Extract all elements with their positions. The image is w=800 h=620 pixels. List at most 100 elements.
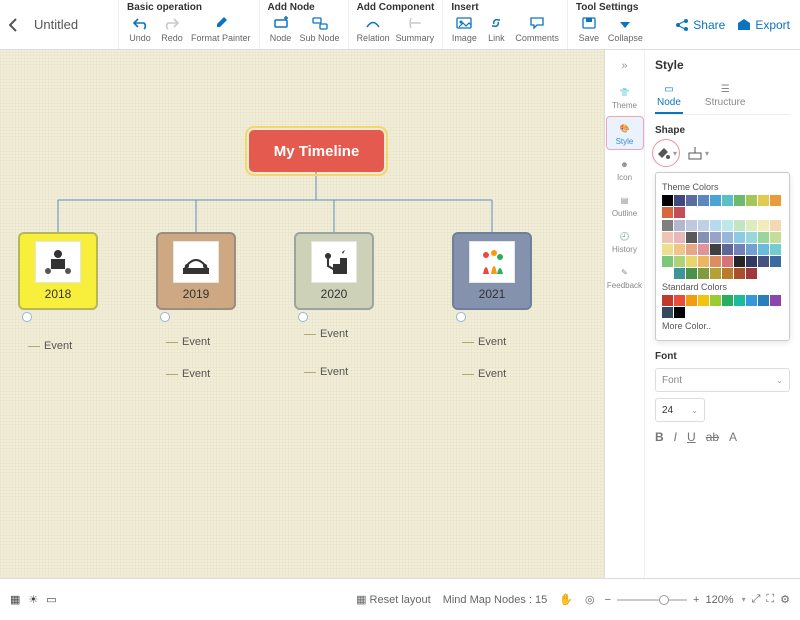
rail-history[interactable]: 🕘History <box>606 224 644 258</box>
color-swatch[interactable] <box>698 295 709 306</box>
color-swatch[interactable] <box>770 244 781 255</box>
collapse-toggle[interactable] <box>22 312 32 322</box>
color-swatch[interactable] <box>710 268 721 279</box>
fullscreen-icon[interactable]: ⛶ <box>766 593 774 606</box>
root-node[interactable]: My Timeline <box>249 130 384 172</box>
event-node[interactable]: Event <box>182 336 210 348</box>
zoom-in-button[interactable]: + <box>693 594 699 606</box>
hand-tool[interactable]: ✋ <box>559 593 573 606</box>
color-swatch[interactable] <box>698 244 709 255</box>
color-swatch[interactable] <box>686 244 697 255</box>
color-swatch[interactable] <box>686 256 697 267</box>
color-swatch[interactable] <box>770 295 781 306</box>
color-swatch[interactable] <box>734 244 745 255</box>
fit-icon[interactable]: ⤢ <box>752 593 761 606</box>
color-swatch[interactable] <box>662 207 673 218</box>
image-button[interactable]: Image <box>451 14 477 43</box>
rail-collapse-button[interactable]: » <box>606 54 644 78</box>
collapse-toggle[interactable] <box>160 312 170 322</box>
color-swatch[interactable] <box>698 256 709 267</box>
strike-button[interactable]: ab <box>706 430 719 444</box>
rail-feedback[interactable]: ✎Feedback <box>606 260 644 294</box>
underline-button[interactable]: U <box>687 430 696 444</box>
bold-button[interactable]: B <box>655 430 664 444</box>
color-swatch[interactable] <box>758 295 769 306</box>
font-family-select[interactable]: Font⌄ <box>655 368 790 392</box>
color-swatch[interactable] <box>746 256 757 267</box>
color-swatch[interactable] <box>698 268 709 279</box>
color-swatch[interactable] <box>674 207 685 218</box>
presentation-icon[interactable]: ▦ <box>10 593 20 606</box>
event-node[interactable]: Event <box>478 336 506 348</box>
year-node-2018[interactable]: 2018 <box>18 232 98 310</box>
color-swatch[interactable] <box>710 295 721 306</box>
settings-icon[interactable]: ⚙ <box>780 593 790 606</box>
color-swatch[interactable] <box>662 232 673 243</box>
color-swatch[interactable] <box>674 220 685 231</box>
color-swatch[interactable] <box>662 268 673 279</box>
color-swatch[interactable] <box>710 256 721 267</box>
color-swatch[interactable] <box>662 195 673 206</box>
link-button[interactable]: Link <box>483 14 509 43</box>
color-swatch[interactable] <box>674 256 685 267</box>
tab-node[interactable]: ▭Node <box>655 80 683 114</box>
color-swatch[interactable] <box>674 268 685 279</box>
color-swatch[interactable] <box>770 232 781 243</box>
color-swatch[interactable] <box>674 232 685 243</box>
font-size-select[interactable]: 24⌄ <box>655 398 705 422</box>
sub-node-button[interactable]: Sub Node <box>300 14 340 43</box>
color-swatch[interactable] <box>734 268 745 279</box>
color-swatch[interactable] <box>686 295 697 306</box>
color-swatch[interactable] <box>674 307 685 318</box>
color-swatch[interactable] <box>686 232 697 243</box>
color-swatch[interactable] <box>758 232 769 243</box>
color-swatch[interactable] <box>722 195 733 206</box>
zoom-out-button[interactable]: − <box>605 594 611 606</box>
font-color-button[interactable]: A <box>729 430 737 444</box>
color-swatch[interactable] <box>662 256 673 267</box>
year-node-2020[interactable]: 2020 <box>294 232 374 310</box>
color-swatch[interactable] <box>758 244 769 255</box>
color-swatch[interactable] <box>710 195 721 206</box>
zoom-knob[interactable] <box>659 595 669 605</box>
event-node[interactable]: Event <box>320 366 348 378</box>
year-node-2021[interactable]: 2021 <box>452 232 532 310</box>
color-swatch[interactable] <box>734 256 745 267</box>
color-swatch[interactable] <box>698 220 709 231</box>
rail-icon[interactable]: ☻Icon <box>606 152 644 186</box>
color-swatch[interactable] <box>722 244 733 255</box>
export-button[interactable]: Export <box>737 18 790 32</box>
color-swatch[interactable] <box>686 195 697 206</box>
color-swatch[interactable] <box>746 232 757 243</box>
color-swatch[interactable] <box>698 195 709 206</box>
color-swatch[interactable] <box>746 220 757 231</box>
reset-layout-button[interactable]: ▦ Reset layout <box>356 593 431 606</box>
zoom-slider[interactable] <box>617 599 687 601</box>
color-swatch[interactable] <box>734 295 745 306</box>
italic-button[interactable]: I <box>674 430 677 444</box>
color-swatch[interactable] <box>770 256 781 267</box>
color-swatch[interactable] <box>674 295 685 306</box>
color-swatch[interactable] <box>746 244 757 255</box>
color-swatch[interactable] <box>734 232 745 243</box>
color-swatch[interactable] <box>662 295 673 306</box>
color-swatch[interactable] <box>758 256 769 267</box>
color-swatch[interactable] <box>698 232 709 243</box>
color-swatch[interactable] <box>722 268 733 279</box>
color-swatch[interactable] <box>758 195 769 206</box>
collapse-toggle[interactable] <box>456 312 466 322</box>
scale-icon[interactable]: ▭ <box>46 593 56 606</box>
color-swatch[interactable] <box>686 268 697 279</box>
more-color-link[interactable]: More Color.. <box>662 321 783 331</box>
summary-button[interactable]: Summary <box>396 14 435 43</box>
color-swatch[interactable] <box>734 220 745 231</box>
color-swatch[interactable] <box>770 220 781 231</box>
node-button[interactable]: Node <box>268 14 294 43</box>
event-node[interactable]: Event <box>320 328 348 340</box>
back-button[interactable] <box>0 0 28 49</box>
target-tool[interactable]: ◎ <box>585 593 595 606</box>
color-swatch[interactable] <box>662 220 673 231</box>
event-node[interactable]: Event <box>44 340 72 352</box>
color-swatch[interactable] <box>722 256 733 267</box>
color-swatch[interactable] <box>722 232 733 243</box>
